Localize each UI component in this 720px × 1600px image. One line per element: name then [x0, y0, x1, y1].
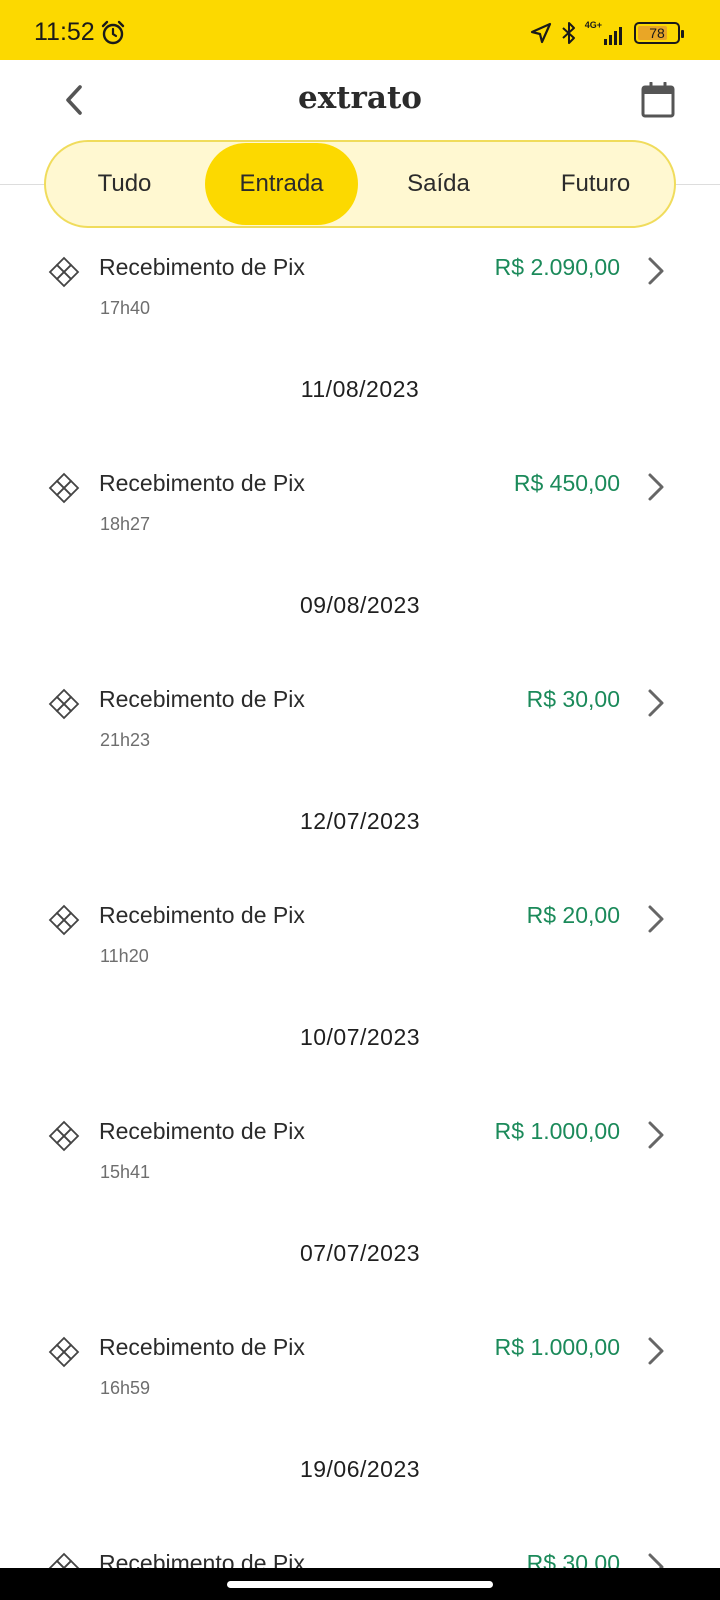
transaction-time: 17h40 [100, 298, 151, 318]
transaction-row[interactable]: Recebimento de Pix 17h40 R$ 2.090,00 [0, 232, 720, 362]
location-arrow-icon [530, 22, 551, 44]
pix-icon [48, 1552, 80, 1568]
tab-tudo[interactable]: Tudo [48, 143, 201, 225]
signal-indicator: 4G+ [585, 21, 626, 45]
transaction-amount: R$ 1.000,00 [494, 1334, 620, 1360]
date-header: 12/07/2023 [299, 808, 421, 834]
transaction-amount: R$ 30,00 [526, 1550, 620, 1568]
chevron-right-icon [648, 689, 664, 717]
status-time: 11:52 [34, 18, 95, 46]
status-icons: 4G+ 78 [529, 20, 684, 46]
pix-icon [48, 472, 80, 504]
transaction-row[interactable]: Recebimento de Pix 18h27 R$ 450,00 [0, 448, 720, 578]
chevron-right-icon [648, 1121, 664, 1149]
date-header: 07/07/2023 [299, 1240, 421, 1266]
system-nav-bar [0, 1568, 720, 1600]
chevron-right-icon [648, 257, 664, 285]
chevron-right-icon [648, 473, 664, 501]
page-title: extrato [298, 80, 422, 116]
transaction-list: Recebimento de Pix 17h40 R$ 2.090,00 11/… [0, 232, 720, 1568]
tab-entrada[interactable]: Entrada [205, 143, 358, 225]
date-header: 09/08/2023 [299, 592, 421, 618]
battery-level: 78 [649, 25, 665, 41]
pix-icon [48, 904, 80, 936]
pix-icon [48, 1336, 80, 1368]
status-bar: 11:52 4G+ 78 [0, 0, 720, 60]
transaction-row[interactable]: Recebimento de Pix 15h41 R$ 1.000,00 [0, 1096, 720, 1226]
transaction-title: Recebimento de Pix [99, 686, 305, 712]
battery-icon: 78 [634, 22, 684, 44]
calendar-button[interactable] [638, 80, 678, 120]
chevron-right-icon [648, 1553, 664, 1568]
transaction-row[interactable]: Recebimento de Pix 16h59 R$ 1.000,00 [0, 1312, 720, 1442]
tab-saida[interactable]: Saída [362, 143, 515, 225]
transaction-title: Recebimento de Pix [99, 902, 305, 928]
pix-icon [48, 688, 80, 720]
transaction-amount: R$ 1.000,00 [494, 1118, 620, 1144]
transaction-time: 16h59 [100, 1378, 151, 1398]
date-header: 10/07/2023 [299, 1024, 421, 1050]
calendar-icon [641, 82, 675, 118]
date-header: 11/08/2023 [300, 376, 420, 402]
transaction-title: Recebimento de Pix [99, 1118, 305, 1144]
transaction-time: 11h20 [100, 946, 149, 966]
transaction-title: Recebimento de Pix [99, 1334, 305, 1360]
transaction-amount: R$ 20,00 [526, 902, 620, 928]
transaction-title: Recebimento de Pix [99, 1550, 305, 1568]
filter-tabs: Tudo Entrada Saída Futuro [44, 140, 676, 228]
transaction-amount: R$ 30,00 [526, 686, 620, 712]
chevron-right-icon [648, 905, 664, 933]
transaction-row[interactable]: Recebimento de Pix R$ 30,00 [0, 1528, 720, 1568]
network-label: 4G+ [584, 20, 602, 30]
transaction-amount: R$ 2.090,00 [494, 254, 620, 280]
transaction-title: Recebimento de Pix [99, 470, 305, 496]
chevron-right-icon [648, 1337, 664, 1365]
signal-icon [604, 27, 622, 45]
alarm-icon [101, 20, 125, 45]
bluetooth-icon [562, 22, 575, 44]
pix-icon [48, 256, 80, 288]
transaction-row[interactable]: Recebimento de Pix 11h20 R$ 20,00 [0, 880, 720, 1010]
transaction-title: Recebimento de Pix [99, 254, 305, 280]
transaction-time: 15h41 [100, 1162, 151, 1182]
transaction-row[interactable]: Recebimento de Pix 21h23 R$ 30,00 [0, 664, 720, 794]
date-header: 19/06/2023 [299, 1456, 421, 1482]
transaction-time: 21h23 [100, 730, 151, 750]
pix-icon [48, 1120, 80, 1152]
transaction-amount: R$ 450,00 [513, 470, 620, 496]
home-indicator[interactable] [227, 1581, 493, 1588]
transaction-time: 18h27 [100, 514, 151, 534]
tab-futuro[interactable]: Futuro [519, 143, 672, 225]
header: extrato [0, 60, 720, 142]
